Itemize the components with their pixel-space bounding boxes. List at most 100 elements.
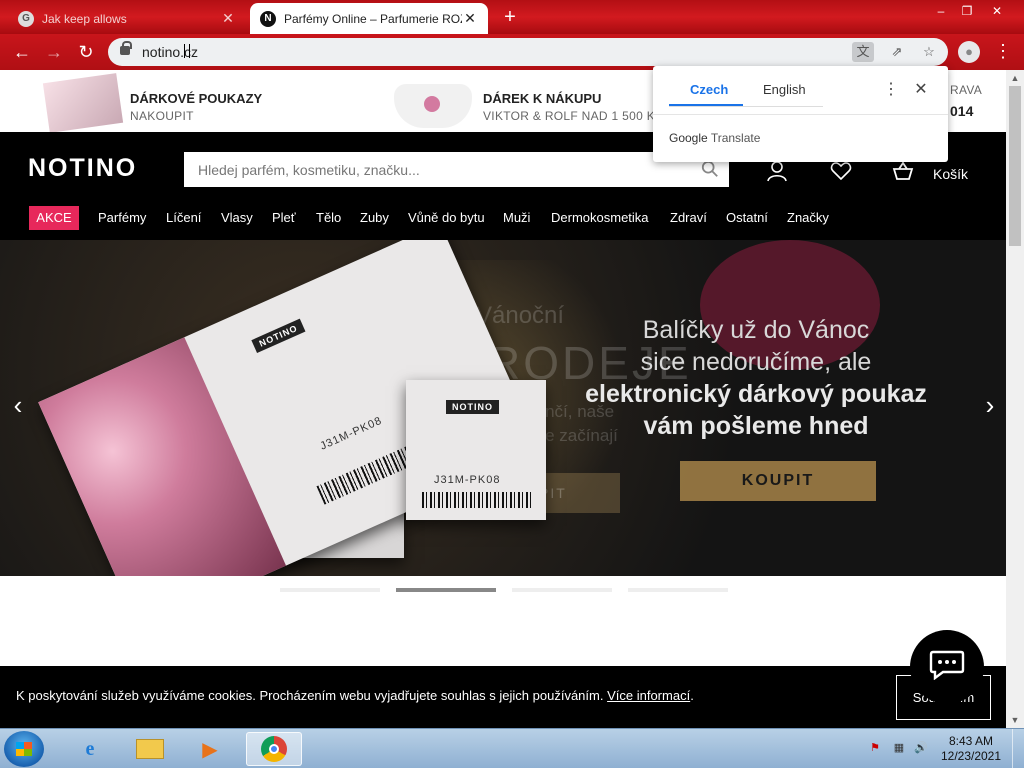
card-code: J31M-PK08 (318, 414, 385, 453)
carousel-prev-icon[interactable]: ‹ (8, 390, 28, 420)
tab-close-icon[interactable]: ✕ (462, 10, 478, 27)
translate-icon[interactable]: 文 (852, 42, 874, 62)
network-icon[interactable]: ▦ (892, 741, 906, 755)
lock-icon[interactable] (120, 41, 132, 55)
volume-icon[interactable]: 🔊 (914, 741, 928, 755)
scroll-up-icon[interactable]: ▲ (1006, 70, 1024, 86)
nav-item[interactable]: Vůně do bytu (408, 210, 485, 225)
minimize-icon[interactable]: – (928, 2, 954, 20)
promo-subtitle[interactable]: NAKOUPIT (130, 109, 194, 123)
nav-item[interactable]: Pleť (272, 210, 296, 225)
user-icon[interactable] (766, 160, 788, 182)
tab-favicon-icon: N (260, 10, 276, 27)
translate-target-lang[interactable]: English (763, 82, 806, 97)
action-center-icon[interactable]: ⚑ (868, 741, 882, 755)
hero-banner[interactable]: Vánoční VÝPRODEJE Tento rok pomalu končí… (0, 240, 1006, 576)
divider (653, 114, 948, 115)
chrome-icon[interactable] (246, 732, 302, 766)
reload-icon[interactable]: ↻ (74, 40, 98, 64)
nav-item[interactable]: Ostatní (726, 210, 768, 225)
cart-icon[interactable] (892, 160, 914, 182)
carousel-next-icon[interactable]: › (980, 390, 1000, 420)
media-player-icon[interactable]: ▶ (182, 732, 238, 766)
main-nav: AKCE Parfémy Líčení Vlasy Pleť Tělo Zuby… (0, 206, 1006, 232)
ghost-title-small: Vánoční (476, 302, 565, 329)
card-logo: NOTINO (251, 318, 306, 354)
promo-subtitle[interactable]: 014 (950, 103, 973, 119)
gift-card-image: NOTINO J31M-PK08 (406, 380, 546, 520)
search-input[interactable] (184, 152, 684, 187)
promo-subtitle[interactable]: VIKTOR & ROLF NAD 1 500 KČ (483, 109, 653, 123)
brand-google: Google (669, 131, 708, 145)
tab-active[interactable]: N Parfémy Online – Parfumerie ROZ ✕ (250, 3, 488, 34)
carousel-dot[interactable] (280, 588, 380, 592)
start-button[interactable] (4, 731, 44, 767)
promo-title[interactable]: DÁRKOVÉ POUKAZY (130, 91, 262, 106)
file-explorer-icon[interactable] (122, 732, 178, 766)
buy-button[interactable]: KOUPIT (680, 461, 876, 501)
gift-product-image[interactable] (394, 84, 472, 128)
nav-item[interactable]: Líčení (166, 210, 201, 225)
gift-voucher-image[interactable] (42, 73, 124, 133)
forward-icon[interactable]: → (42, 40, 66, 64)
nav-item[interactable]: Zuby (360, 210, 389, 225)
search-icon[interactable] (701, 160, 719, 178)
nav-item[interactable]: Dermokosmetika (551, 210, 649, 225)
star-icon[interactable]: ☆ (918, 42, 940, 62)
share-icon[interactable]: ⇗ (886, 42, 908, 62)
hero-line: elektronický dárkový poukaz (585, 380, 927, 408)
translate-source-lang[interactable]: Czech (690, 82, 728, 97)
screen: G Jak keep allows ✕ N Parfémy Online – P… (0, 0, 1024, 768)
translate-popup: Czech English ⋮ ✕ Google Translate (653, 66, 948, 162)
maximize-icon[interactable]: ❐ (954, 2, 980, 20)
scroll-thumb[interactable] (1009, 86, 1021, 246)
tab-close-icon[interactable]: ✕ (220, 10, 236, 27)
page-scrollbar[interactable]: ▲ ▼ (1006, 70, 1024, 728)
address-bar[interactable]: notino.cz 文 ⇗ ☆ (108, 38, 948, 66)
clock-date: 12/23/2021 (940, 749, 1002, 763)
tab-title: Parfémy Online – Parfumerie ROZ (284, 11, 462, 26)
close-icon[interactable]: ✕ (913, 80, 929, 100)
nav-item[interactable]: Značky (787, 210, 829, 225)
menu-icon[interactable]: ⋮ (994, 40, 1012, 64)
nav-item[interactable]: Muži (503, 210, 530, 225)
clock-time: 8:43 AM (948, 734, 994, 748)
clock[interactable]: 8:43 AM 12/23/2021 (936, 734, 1006, 764)
card-code: J31M-PK08 (434, 474, 501, 486)
browser-tabstrip: G Jak keep allows ✕ N Parfémy Online – P… (0, 0, 1024, 34)
more-options-icon[interactable]: ⋮ (883, 80, 899, 100)
hero-line: Balíčky už do Vánoc (642, 316, 870, 344)
divider (669, 106, 823, 107)
promo-title[interactable]: DÁREK K NÁKUPU (483, 91, 601, 106)
cookie-bar: K poskytování služeb využíváme cookies. … (0, 666, 1006, 728)
carousel-dot[interactable] (512, 588, 612, 592)
profile-icon[interactable]: ● (958, 41, 980, 63)
heart-icon[interactable] (830, 160, 852, 182)
chat-icon (929, 650, 965, 680)
show-desktop-button[interactable] (1012, 729, 1024, 768)
internet-explorer-icon[interactable]: e (62, 732, 118, 766)
cart-label[interactable]: Košík (933, 166, 968, 182)
card-logo: NOTINO (446, 400, 499, 414)
nav-item[interactable]: Tělo (316, 210, 341, 225)
nav-item-akce[interactable]: AKCE (29, 206, 79, 230)
chat-button[interactable] (910, 630, 984, 704)
tab-inactive[interactable]: G Jak keep allows ✕ (8, 3, 246, 34)
active-tab-indicator (669, 104, 743, 106)
carousel-dot-active[interactable] (396, 588, 496, 592)
nav-item[interactable]: Zdraví (670, 210, 707, 225)
browser-toolbar: ← → ↻ notino.cz 文 ⇗ ☆ ● ⋮ (0, 34, 1024, 70)
promo-title[interactable]: RAVA (950, 83, 982, 97)
scroll-down-icon[interactable]: ▼ (1006, 712, 1024, 728)
back-icon[interactable]: ← (10, 40, 34, 64)
tab-title: Jak keep allows (42, 11, 127, 26)
hero-line: sice nedoručíme, ale (640, 348, 872, 376)
carousel-dot[interactable] (628, 588, 728, 592)
more-info-link[interactable]: Více informací (607, 688, 690, 703)
nav-item[interactable]: Parfémy (98, 210, 146, 225)
new-tab-icon[interactable]: + (500, 7, 520, 27)
notino-logo[interactable]: NOTINO (28, 154, 137, 183)
nav-item[interactable]: Vlasy (221, 210, 253, 225)
close-window-icon[interactable]: ✕ (984, 2, 1010, 20)
hero-line: vám pošleme hned (643, 412, 869, 440)
